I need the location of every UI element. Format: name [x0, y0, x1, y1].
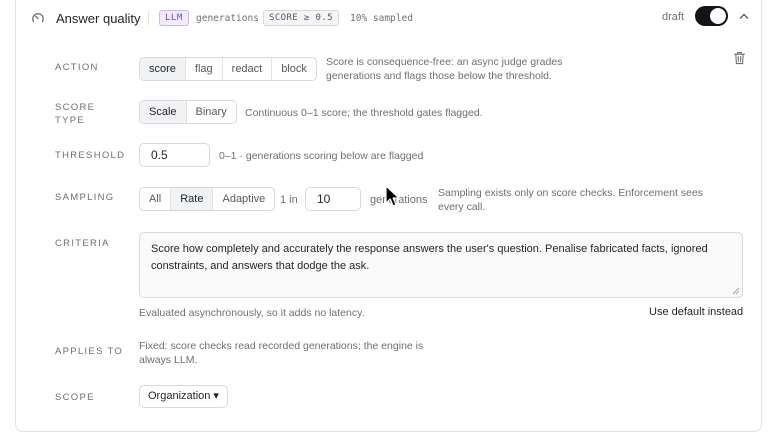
sampling-option-all[interactable]: All — [140, 188, 170, 210]
enable-toggle[interactable] — [695, 6, 728, 26]
gauge-icon — [32, 13, 44, 23]
action-option-block[interactable]: block — [271, 58, 316, 80]
score-type-label: SCORE TYPE — [55, 102, 96, 126]
applies-to-text: Fixed: score checks read recorded genera… — [139, 340, 424, 366]
mouse-pointer-icon — [385, 185, 400, 207]
chevron-up-icon[interactable] — [737, 9, 751, 23]
header-divider — [148, 11, 149, 25]
action-segmented: score flag redact block — [139, 57, 317, 81]
target-badge: generations — [196, 13, 259, 24]
trash-icon[interactable] — [733, 51, 746, 65]
sampling-help: Sampling exists only on score checks. En… — [438, 187, 703, 213]
criteria-note: Evaluated asynchronously, so it adds no … — [139, 307, 365, 319]
score-type-segmented: Scale Binary — [139, 100, 237, 124]
resize-handle-icon[interactable] — [732, 287, 740, 295]
criteria-text: Score how completely and accurately the … — [151, 243, 708, 272]
scope-dropdown[interactable]: Organization ▾ — [139, 385, 228, 408]
scope-label: SCOPE — [55, 392, 95, 403]
threshold-label: THRESHOLD — [55, 150, 126, 161]
action-option-score[interactable]: score — [140, 58, 185, 80]
sampled-badge: 10% sampled — [350, 13, 413, 24]
applies-to-label: APPLIES TO — [55, 346, 124, 357]
score-type-option-binary[interactable]: Binary — [185, 101, 236, 123]
threshold-badge: SCORE ≥ 0.5 — [263, 10, 340, 26]
threshold-input[interactable]: 0.5 — [139, 143, 210, 167]
sampling-segmented: All Rate Adaptive — [139, 187, 276, 211]
sampling-option-adaptive[interactable]: Adaptive — [212, 188, 274, 210]
toggle-knob — [710, 8, 726, 24]
action-option-flag[interactable]: flag — [184, 58, 222, 80]
action-label: ACTION — [55, 62, 99, 73]
sampling-prefix: 1 in — [280, 194, 298, 206]
sampling-option-rate[interactable]: Rate — [170, 188, 213, 210]
score-type-option-scale[interactable]: Scale — [140, 101, 186, 123]
criteria-label: CRITERIA — [55, 238, 110, 249]
threshold-help: 0–1 · generations scoring below are flag… — [219, 150, 424, 162]
use-default-link[interactable]: Use default instead — [649, 306, 743, 318]
action-help: Score is consequence-free: an async judg… — [326, 56, 563, 82]
sampling-rate-input[interactable]: 10 — [305, 187, 361, 211]
criteria-textarea[interactable]: Score how completely and accurately the … — [139, 232, 743, 298]
engine-badge: LLM — [159, 10, 189, 26]
score-type-help: Continuous 0–1 score; the threshold gate… — [245, 107, 483, 119]
status-label: draft — [662, 11, 685, 23]
sampling-label: SAMPLING — [55, 192, 115, 203]
rule-title: Answer quality — [56, 11, 141, 26]
action-option-redact[interactable]: redact — [221, 58, 272, 80]
